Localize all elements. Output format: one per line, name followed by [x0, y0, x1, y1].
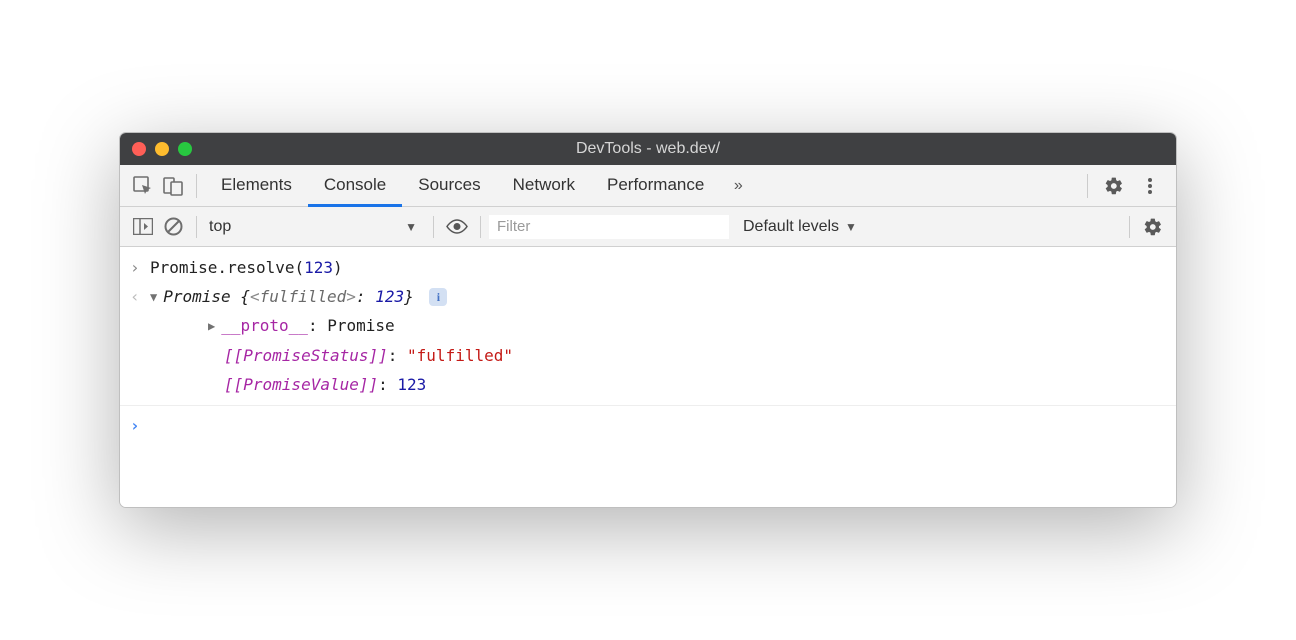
expander-closed-icon[interactable]: ▶: [208, 316, 215, 336]
tab-performance[interactable]: Performance: [591, 165, 720, 207]
console-settings-button[interactable]: [1138, 207, 1168, 247]
no-entry-icon: [164, 217, 183, 236]
output-marker-icon: ‹: [130, 283, 150, 310]
main-tabs-bar: Elements Console Sources Network Perform…: [120, 165, 1176, 207]
property-value: 123: [397, 375, 426, 394]
settings-button[interactable]: [1096, 165, 1132, 207]
promise-state: fulfilled: [260, 287, 347, 306]
property-key: [[PromiseValue]]: [224, 375, 378, 394]
separator: [196, 174, 197, 198]
chevron-double-right-icon: »: [734, 177, 743, 195]
execution-context-selector[interactable]: top ▼: [205, 218, 425, 236]
tab-elements[interactable]: Elements: [205, 165, 308, 207]
separator: [1087, 174, 1088, 198]
levels-label: Default levels: [743, 218, 839, 236]
separator: [196, 216, 197, 238]
number-literal: 123: [304, 258, 333, 277]
console-input-row: › Promise.resolve(123): [120, 253, 1176, 282]
console-input[interactable]: [150, 412, 1166, 439]
input-marker-icon: ›: [130, 254, 150, 281]
console-toolbar: top ▼ Default levels ▼: [120, 207, 1176, 247]
dropdown-triangle-icon: ▼: [405, 220, 417, 234]
traffic-lights: [132, 142, 192, 156]
console-result-row: ‹ ▼Promise {<fulfilled>: 123} i: [120, 282, 1176, 311]
property-key: [[PromiseStatus]]: [224, 346, 388, 365]
clear-console-button[interactable]: [158, 207, 188, 247]
gear-icon: [1104, 176, 1124, 196]
property-value: Promise: [327, 316, 394, 335]
live-expression-button[interactable]: [442, 207, 472, 247]
devtools-window: DevTools - web.dev/ Elements Console Sou…: [119, 132, 1177, 508]
property-value: "fulfilled": [407, 346, 513, 365]
window-close-button[interactable]: [132, 142, 146, 156]
code-text: Promise.resolve(: [150, 258, 304, 277]
device-toolbar-icon[interactable]: [158, 165, 188, 207]
window-maximize-button[interactable]: [178, 142, 192, 156]
filter-input[interactable]: [489, 215, 729, 239]
eye-icon: [446, 219, 468, 234]
separator: [433, 216, 434, 238]
property-row-proto: ▶__proto__: Promise: [120, 311, 1176, 340]
dropdown-triangle-icon: ▼: [845, 220, 857, 234]
tab-network[interactable]: Network: [497, 165, 591, 207]
gear-icon: [1143, 217, 1163, 237]
tab-sources[interactable]: Sources: [402, 165, 496, 207]
code-text: ): [333, 258, 343, 277]
log-levels-selector[interactable]: Default levels ▼: [743, 218, 857, 236]
window-minimize-button[interactable]: [155, 142, 169, 156]
console-sidebar-toggle[interactable]: [128, 207, 158, 247]
inspect-element-icon[interactable]: [128, 165, 158, 207]
promise-value: 123: [375, 287, 404, 306]
tab-console[interactable]: Console: [308, 165, 402, 207]
property-key: __proto__: [221, 316, 308, 335]
separator: [480, 216, 481, 238]
info-badge-icon[interactable]: i: [429, 288, 447, 306]
expander-open-icon[interactable]: ▼: [150, 287, 157, 307]
object-class-name: Promise: [163, 287, 230, 306]
kebab-icon: [1141, 177, 1159, 195]
kebab-menu-button[interactable]: [1132, 165, 1168, 207]
window-title: DevTools - web.dev/: [120, 140, 1176, 158]
tabs-overflow-button[interactable]: »: [720, 165, 756, 207]
separator: [1129, 216, 1130, 238]
console-output: › Promise.resolve(123) ‹ ▼Promise {<fulf…: [120, 247, 1176, 507]
context-label: top: [209, 218, 231, 236]
prompt-icon: ›: [130, 412, 150, 439]
property-row-value: [[PromiseValue]]: 123: [120, 370, 1176, 399]
property-row-status: [[PromiseStatus]]: "fulfilled": [120, 341, 1176, 370]
console-prompt-row[interactable]: ›: [120, 405, 1176, 440]
titlebar: DevTools - web.dev/: [120, 133, 1176, 165]
